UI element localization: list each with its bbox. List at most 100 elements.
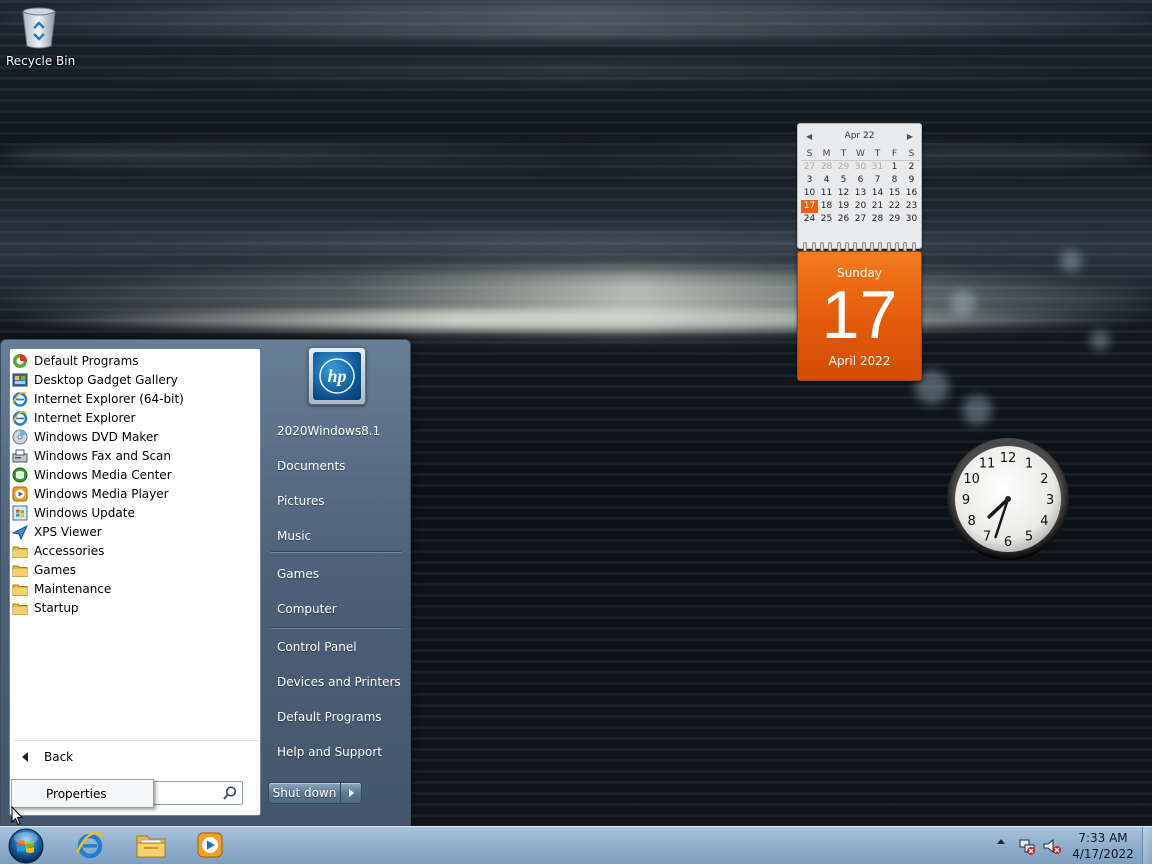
program-label: Games xyxy=(34,562,76,577)
program-label: Windows Update xyxy=(34,505,135,520)
calendar-month-year: April 2022 xyxy=(828,354,891,368)
calendar-gadget[interactable]: ◀ Apr 22 ▶ S M T W T F S 27 28 29 30 31 1 2 3 4 5 6 7 8 9 10 1… xyxy=(797,123,922,381)
program-label: Desktop Gadget Gallery xyxy=(34,372,178,387)
calendar-day-cell[interactable]: 23 xyxy=(903,200,920,213)
all-programs-list: Default Programs Desktop Gadget Gallery In… xyxy=(9,348,261,816)
divider xyxy=(271,627,401,628)
previous-month-arrow-icon[interactable]: ◀ xyxy=(806,132,812,141)
media-player-taskbar-button[interactable] xyxy=(181,828,239,864)
start-right-item[interactable]: Music xyxy=(269,521,403,551)
program-item[interactable]: Windows Media Center xyxy=(12,465,252,484)
calendar-day-cell[interactable]: 27 xyxy=(852,213,869,226)
calendar-day-cell[interactable]: 4 xyxy=(818,174,835,187)
folder-icon xyxy=(12,581,28,597)
divider xyxy=(271,551,401,552)
program-item[interactable]: Accessories xyxy=(12,541,252,560)
calendar-day-cell[interactable]: 30 xyxy=(903,213,920,226)
calendar-day-cell[interactable]: 20 xyxy=(852,200,869,213)
start-menu: Default Programs Desktop Gadget Gallery In… xyxy=(0,339,411,826)
calendar-month-view: ◀ Apr 22 ▶ S M T W T F S 27 28 29 30 31 1 2 3 4 5 6 7 8 9 10 1… xyxy=(797,123,922,249)
clock-gadget[interactable]: 12 1 2 3 4 5 6 7 8 9 10 11 xyxy=(946,437,1070,561)
next-month-arrow-icon[interactable]: ▶ xyxy=(907,132,913,141)
program-item[interactable]: Startup xyxy=(12,598,252,617)
internet-explorer-taskbar-button[interactable] xyxy=(61,828,119,864)
calendar-day-cell[interactable]: 5 xyxy=(835,174,852,187)
clock-numeral: 4 xyxy=(1040,514,1048,529)
program-item[interactable]: XPS Viewer xyxy=(12,522,252,541)
calendar-day-cell[interactable]: 14 xyxy=(869,187,886,200)
start-right-item[interactable]: Documents xyxy=(269,451,403,481)
folder-icon xyxy=(12,600,28,616)
mouse-cursor-icon xyxy=(11,805,24,826)
volume-muted-icon[interactable] xyxy=(1042,837,1062,855)
start-right-item[interactable]: 2020Windows8.1 xyxy=(269,416,403,446)
show-hidden-icons-button[interactable] xyxy=(997,839,1005,844)
program-item[interactable]: Windows Update xyxy=(12,503,252,522)
start-right-item[interactable]: Pictures xyxy=(269,486,403,516)
calendar-day-cell[interactable]: 27 xyxy=(801,161,818,174)
media-player-icon xyxy=(195,830,225,863)
back-button[interactable]: Back xyxy=(18,746,256,768)
calendar-day-cell[interactable]: 31 xyxy=(869,161,886,174)
calendar-day-cell[interactable]: 19 xyxy=(835,200,852,213)
program-item[interactable]: Windows DVD Maker xyxy=(12,427,252,446)
calendar-day-cell[interactable]: 21 xyxy=(869,200,886,213)
calendar-day-cell[interactable]: 12 xyxy=(835,187,852,200)
start-right-item[interactable]: Default Programs xyxy=(269,702,403,732)
calendar-day-cell[interactable]: 11 xyxy=(818,187,835,200)
calendar-day-cell[interactable]: 28 xyxy=(869,213,886,226)
calendar-day-cell[interactable]: 16 xyxy=(903,187,920,200)
program-item[interactable]: Windows Media Player xyxy=(12,484,252,503)
shutdown-options-button[interactable] xyxy=(341,783,361,803)
calendar-day-cell[interactable]: 13 xyxy=(852,187,869,200)
calendar-day-cell[interactable]: 24 xyxy=(801,213,818,226)
calendar-weekday-header: M xyxy=(818,148,835,161)
program-item[interactable]: Maintenance xyxy=(12,579,252,598)
start-right-item[interactable]: Help and Support xyxy=(269,737,403,767)
shutdown-button[interactable]: Shut down xyxy=(269,783,341,803)
context-menu-properties[interactable]: Properties xyxy=(15,783,150,804)
calendar-day-cell[interactable]: 25 xyxy=(818,213,835,226)
calendar-day-cell[interactable]: 29 xyxy=(886,213,903,226)
calendar-day-cell[interactable]: 15 xyxy=(886,187,903,200)
calendar-day-cell[interactable]: 1 xyxy=(886,161,903,174)
calendar-day-cell[interactable]: 28 xyxy=(818,161,835,174)
start-button[interactable] xyxy=(6,827,46,864)
start-right-item[interactable]: Computer xyxy=(269,594,403,624)
calendar-day-cell[interactable]: 9 xyxy=(903,174,920,187)
calendar-day-cell[interactable]: 2 xyxy=(903,161,920,174)
program-item[interactable]: Windows Fax and Scan xyxy=(12,446,252,465)
calendar-day-cell[interactable]: 17 xyxy=(801,200,818,213)
calendar-day-cell[interactable]: 22 xyxy=(886,200,903,213)
media-center-icon xyxy=(12,467,28,483)
recycle-bin-label: Recycle Bin xyxy=(6,54,76,68)
calendar-day-cell[interactable]: 26 xyxy=(835,213,852,226)
program-item[interactable]: Desktop Gadget Gallery xyxy=(12,370,252,389)
calendar-day-cell[interactable]: 8 xyxy=(886,174,903,187)
calendar-day-cell[interactable]: 6 xyxy=(852,174,869,187)
calendar-day-cell[interactable]: 30 xyxy=(852,161,869,174)
start-right-item[interactable]: Control Panel xyxy=(269,632,403,662)
program-item[interactable]: Games xyxy=(12,560,252,579)
program-item[interactable]: Default Programs xyxy=(12,351,252,370)
taskbar: 7:33 AM 4/17/2022 xyxy=(0,826,1152,864)
calendar-day-cell[interactable]: 18 xyxy=(818,200,835,213)
explorer-taskbar-button[interactable] xyxy=(122,828,180,864)
start-right-item[interactable]: Games xyxy=(269,559,403,589)
clock-numeral: 12 xyxy=(1000,451,1017,466)
start-right-item[interactable]: Devices and Printers xyxy=(269,667,403,697)
calendar-day-cell[interactable]: 29 xyxy=(835,161,852,174)
recycle-bin[interactable]: Recycle Bin xyxy=(6,6,76,76)
search-icon[interactable] xyxy=(222,785,238,801)
program-item[interactable]: Internet Explorer xyxy=(12,408,252,427)
calendar-day-cell[interactable]: 10 xyxy=(801,187,818,200)
user-picture[interactable]: hp xyxy=(308,347,366,405)
media-player-icon xyxy=(12,486,28,502)
calendar-day-cell[interactable]: 3 xyxy=(801,174,818,187)
network-icon[interactable] xyxy=(1018,837,1036,855)
program-item[interactable]: Internet Explorer (64-bit) xyxy=(12,389,252,408)
calendar-day-cell[interactable]: 7 xyxy=(869,174,886,187)
taskbar-clock[interactable]: 7:33 AM 4/17/2022 xyxy=(1068,829,1138,863)
show-desktop-button[interactable] xyxy=(1142,827,1152,864)
wallpaper-bokeh xyxy=(1060,250,1082,272)
